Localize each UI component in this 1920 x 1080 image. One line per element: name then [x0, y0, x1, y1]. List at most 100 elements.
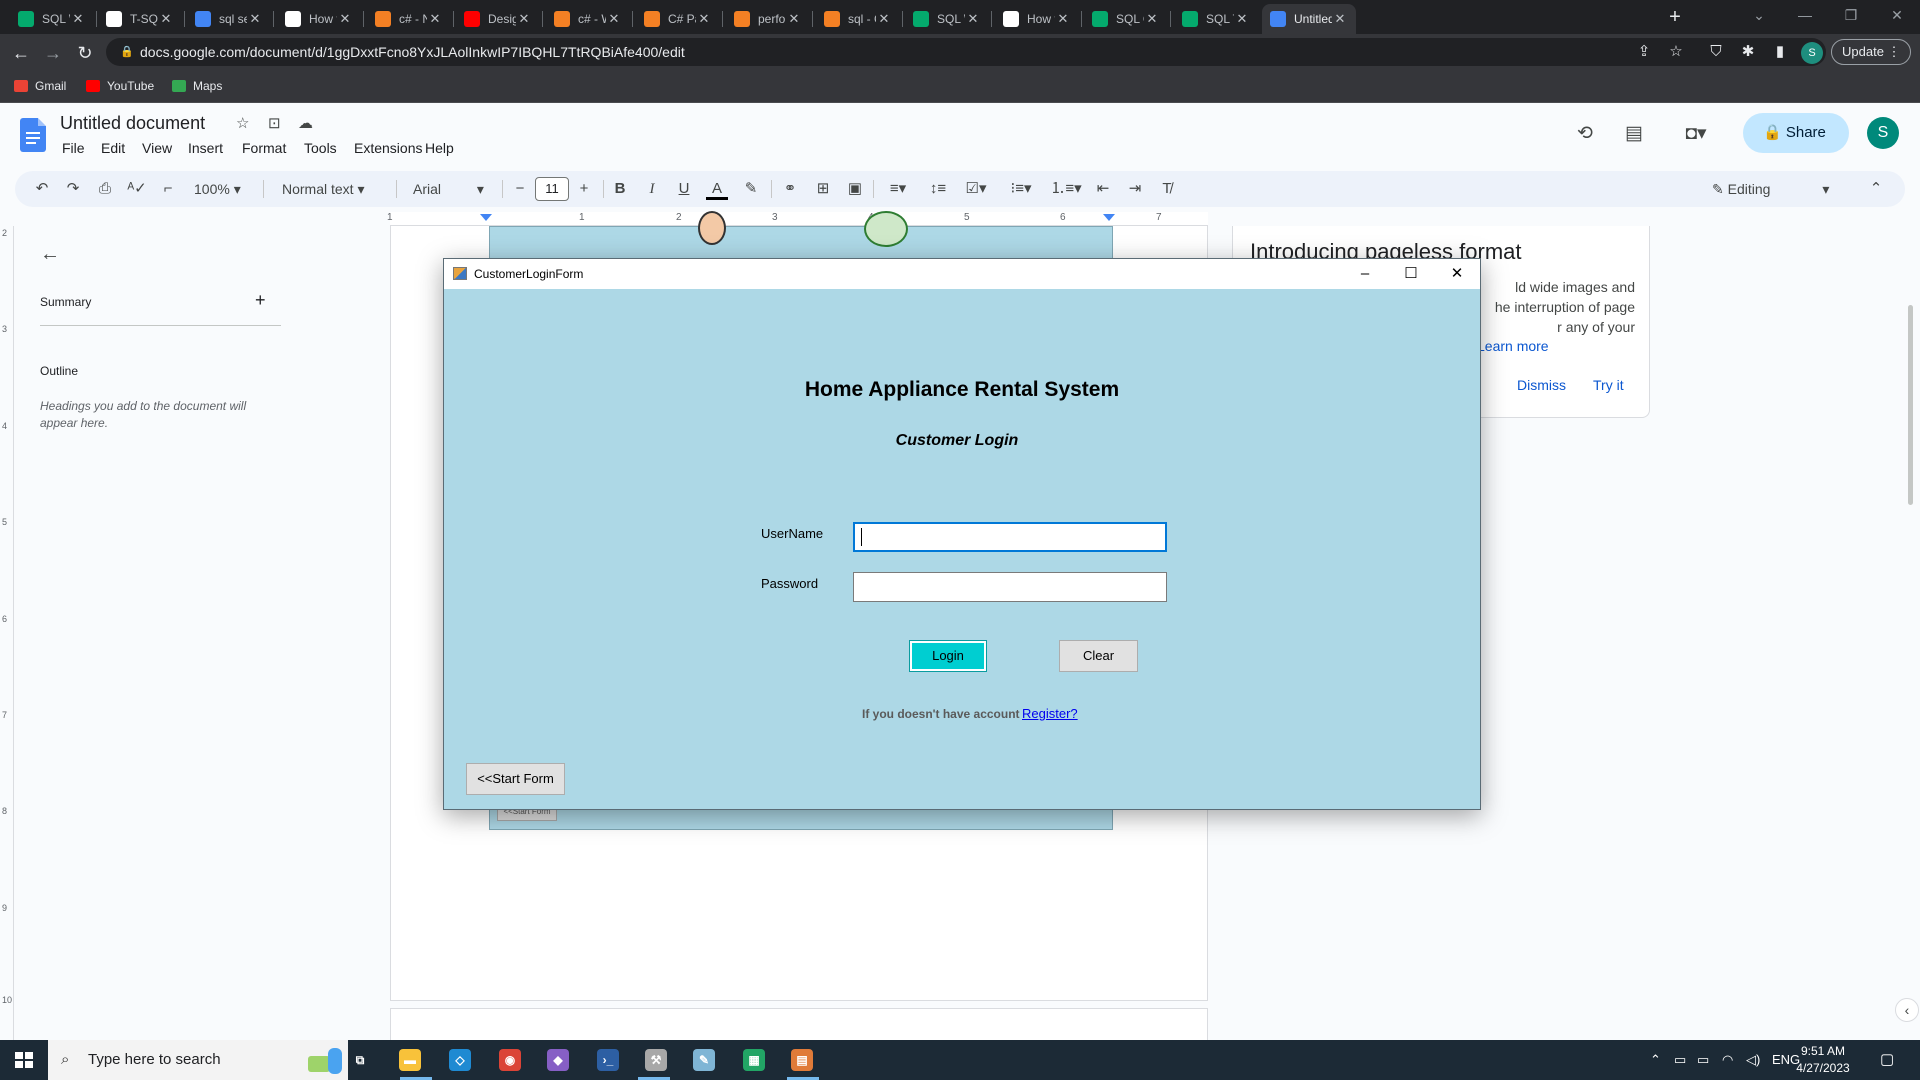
clear-button[interactable]: Clear [1059, 640, 1138, 672]
close-tab-icon[interactable]: ✕ [1055, 11, 1071, 27]
forward-button[interactable]: → [40, 40, 66, 66]
horizontal-ruler[interactable] [390, 212, 1208, 226]
meet-icon[interactable]: ◘▾ [1676, 121, 1716, 147]
maximize-icon[interactable]: ☐ [1388, 259, 1434, 289]
decrease-indent-icon[interactable]: ⇤ [1092, 178, 1114, 200]
redo-icon[interactable]: ↷ [63, 178, 83, 200]
taskbar-clock[interactable]: 9:51 AM 4/27/2023 [1788, 1043, 1858, 1077]
menu-item-edit[interactable]: Edit [101, 140, 125, 156]
close-tab-icon[interactable]: ✕ [696, 11, 712, 27]
battery-icon[interactable]: ▭ [1697, 1051, 1709, 1069]
notifications-icon[interactable]: ▢ [1880, 1051, 1894, 1069]
close-tab-icon[interactable]: ✕ [427, 11, 443, 27]
align-icon[interactable]: ≡▾ [883, 178, 913, 200]
password-input[interactable] [853, 572, 1167, 602]
move-folder-icon[interactable]: ⊡ [268, 114, 281, 132]
window-titlebar[interactable]: CustomerLoginForm – ☐ ✕ [444, 259, 1480, 289]
clear-formatting-icon[interactable]: T̸ [1156, 178, 1178, 200]
undo-icon[interactable]: ↶ [32, 178, 52, 200]
browser-tab[interactable]: sql serve✕ [187, 4, 271, 34]
print-icon[interactable]: ⎙ [95, 178, 115, 200]
checklist-icon[interactable]: ☑▾ [958, 178, 994, 200]
bookmark-maps[interactable]: Maps [172, 76, 222, 96]
close-tab-icon[interactable]: ✕ [70, 11, 86, 27]
insert-image-icon[interactable]: ▣ [845, 178, 865, 200]
highlight-icon[interactable]: ✎ [741, 178, 761, 200]
browser-tab[interactable]: sql - Car✕ [816, 4, 900, 34]
insert-link-icon[interactable]: ⚭ [780, 178, 800, 200]
visual-studio-icon[interactable]: ◆ [542, 1045, 574, 1075]
close-tab-icon[interactable]: ✕ [247, 11, 263, 27]
paragraph-style-select[interactable]: Normal text ▾ [282, 178, 386, 200]
menu-item-tools[interactable]: Tools [304, 140, 337, 156]
chevron-down-icon[interactable]: ⌄ [1736, 0, 1782, 30]
share-page-icon[interactable]: ⇪ [1634, 42, 1654, 62]
add-summary-plus-icon[interactable]: + [255, 290, 266, 311]
reload-button[interactable]: ↻ [72, 40, 98, 66]
decrease-font-size-icon[interactable]: − [510, 178, 530, 200]
hide-menus-chevron-icon[interactable]: ⌃ [1866, 178, 1886, 200]
browser-tab[interactable]: T-SQL -✕ [98, 4, 182, 34]
file-explorer-icon[interactable]: ▬ [394, 1045, 426, 1075]
username-input[interactable] [853, 522, 1167, 552]
browser-tab[interactable]: SQL Tryi✕ [1174, 4, 1258, 34]
docs-logo-icon[interactable] [20, 118, 46, 152]
winforms-app-icon[interactable]: ▤ [786, 1045, 818, 1075]
profile-avatar[interactable]: S [1801, 42, 1823, 64]
zoom-select[interactable]: 100% ▾ [194, 178, 250, 200]
bookmark-gmail[interactable]: Gmail [14, 76, 66, 96]
volume-icon[interactable]: ◁) [1746, 1051, 1760, 1069]
close-tab-icon[interactable]: ✕ [786, 11, 802, 27]
menu-item-help[interactable]: Help [425, 140, 454, 156]
close-outline-arrow-icon[interactable]: ← [40, 243, 60, 266]
numbered-list-icon[interactable]: ⒈≡▾ [1048, 178, 1084, 200]
italic-icon[interactable]: I [642, 178, 662, 200]
close-tab-icon[interactable]: ✕ [516, 11, 532, 27]
bold-icon[interactable]: B [610, 178, 630, 200]
browser-tab[interactable]: Untitled ✕ [1262, 4, 1356, 34]
menu-item-format[interactable]: Format [242, 140, 286, 156]
bulleted-list-icon[interactable]: ⁝≡▾ [1003, 178, 1039, 200]
close-tab-icon[interactable]: ✕ [1234, 11, 1250, 27]
back-button[interactable]: ← [8, 40, 34, 66]
browser-tab[interactable]: SQL WH✕ [10, 4, 94, 34]
editing-mode-select[interactable]: ✎ Editing ▾ [1712, 178, 1829, 200]
star-icon[interactable]: ☆ [236, 114, 249, 132]
update-button[interactable]: Update ⋮ [1831, 39, 1911, 65]
browser-tab[interactable]: How to✕ [995, 4, 1079, 34]
minimize-window-button[interactable]: — [1782, 0, 1828, 30]
new-tab-button[interactable]: + [1663, 6, 1687, 30]
close-tab-icon[interactable]: ✕ [337, 11, 353, 27]
brave-shield-icon[interactable]: ⛉ [1706, 42, 1726, 62]
browser-tab[interactable]: SQL CO✕ [1084, 4, 1168, 34]
vscode-icon[interactable]: ◇ [444, 1045, 476, 1075]
windows-start-button[interactable] [0, 1040, 48, 1080]
browser-tab[interactable]: perform✕ [726, 4, 810, 34]
spellcheck-icon[interactable]: ᴬ✓ [127, 178, 147, 200]
left-indent-marker[interactable] [480, 214, 492, 221]
task-view-icon[interactable]: ⧉ [344, 1045, 376, 1075]
meet-now-icon[interactable]: ▭ [1674, 1051, 1686, 1069]
start-form-button[interactable]: <<Start Form [466, 763, 565, 795]
document-title[interactable]: Untitled document [60, 113, 205, 134]
comments-icon[interactable]: ▤ [1621, 121, 1647, 147]
close-tab-icon[interactable]: ✕ [1144, 11, 1160, 27]
increase-font-size-icon[interactable]: + [574, 178, 594, 200]
browser-tab[interactable]: C# Passi✕ [636, 4, 720, 34]
account-avatar[interactable]: S [1867, 117, 1899, 149]
login-button[interactable]: Login [909, 640, 987, 672]
menu-item-extensions[interactable]: Extensions [354, 140, 422, 156]
show-hidden-icons-chevron-icon[interactable]: ⌃ [1650, 1051, 1661, 1069]
cloud-saved-icon[interactable]: ☁ [298, 114, 313, 132]
font-size-input[interactable]: 11 [535, 177, 569, 201]
version-history-icon[interactable]: ⟲ [1572, 121, 1598, 147]
ssms-icon[interactable]: ⚒ [640, 1045, 672, 1075]
bookmark-star-icon[interactable]: ☆ [1666, 42, 1686, 62]
learn-more-link[interactable]: Learn more [1477, 338, 1549, 354]
increase-indent-icon[interactable]: ⇥ [1124, 178, 1146, 200]
side-panel-toggle-icon[interactable]: ‹ [1895, 998, 1919, 1022]
close-tab-icon[interactable]: ✕ [1332, 11, 1348, 27]
extensions-icon[interactable]: ✱ [1738, 42, 1758, 62]
notepad-icon[interactable]: ✎ [688, 1045, 720, 1075]
bookmark-youtube[interactable]: YouTube [86, 76, 154, 96]
